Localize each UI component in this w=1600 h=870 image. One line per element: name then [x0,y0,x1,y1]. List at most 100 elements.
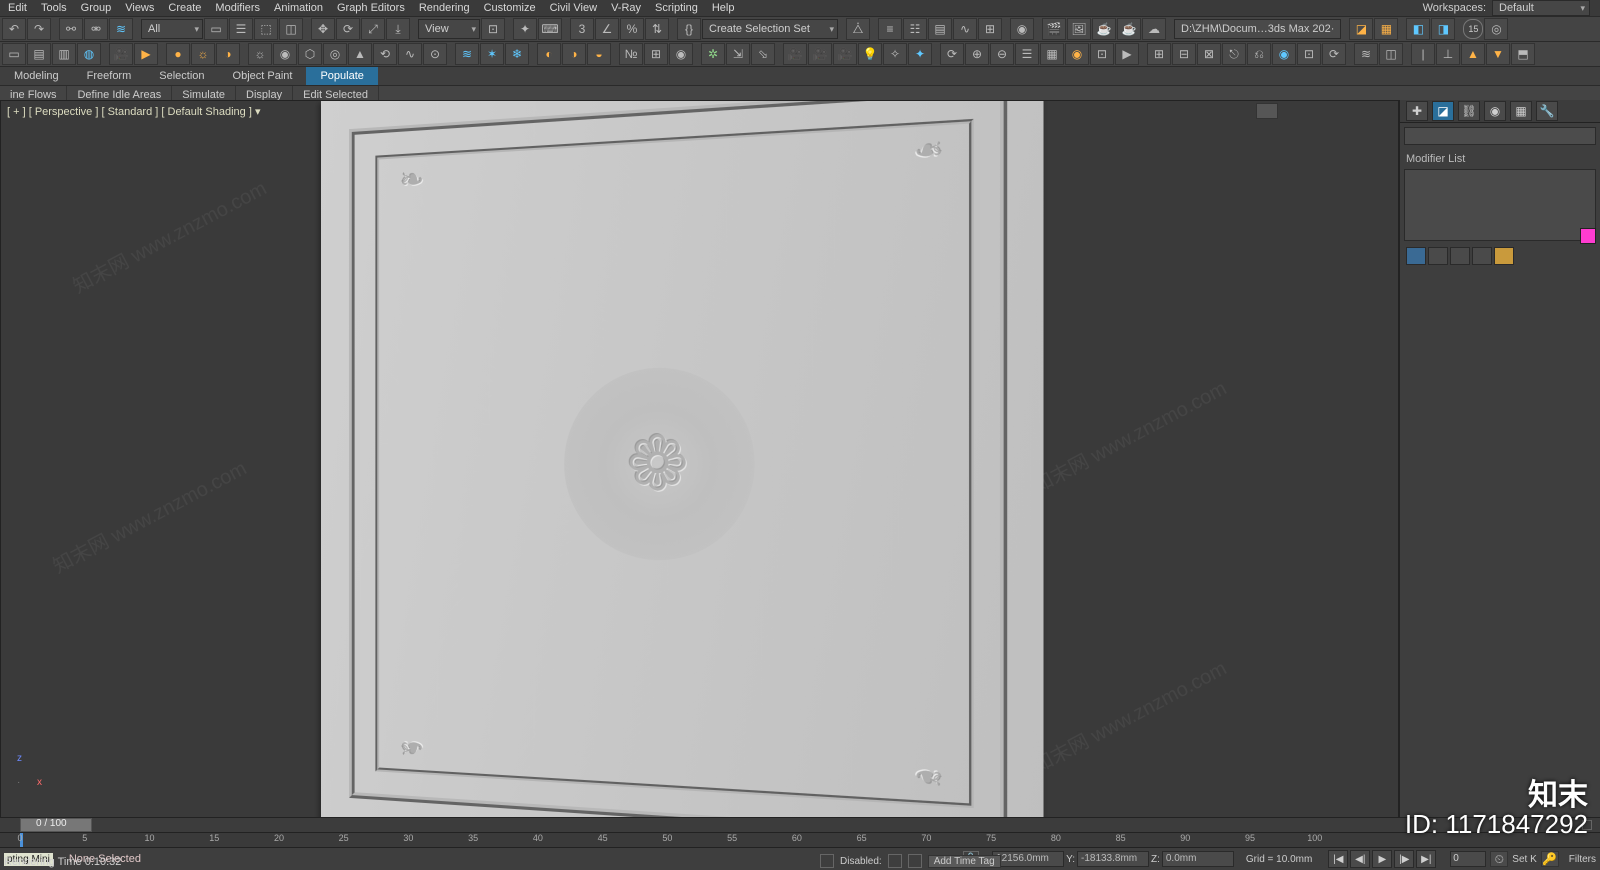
tb2-g01[interactable]: 🎥 [783,43,807,65]
tb2-g02[interactable]: 🎥 [808,43,832,65]
set-key-button[interactable]: Set K [1512,854,1536,865]
tb2-i03[interactable]: ⊖ [990,43,1014,65]
tb2-l05[interactable]: ⬒ [1511,43,1535,65]
tb2-l04[interactable]: ▼ [1486,43,1510,65]
ribbon-tab-object-paint[interactable]: Object Paint [219,67,307,85]
rendered-frame-button[interactable]: 🖼 [1067,18,1091,40]
tb2-k02[interactable]: ◫ [1379,43,1403,65]
render-setup-button[interactable]: 🎬 [1042,18,1066,40]
ribbon-tab-selection[interactable]: Selection [145,67,218,85]
menu-graph-editors[interactable]: Graph Editors [331,0,411,16]
tb2-b05[interactable]: ▲ [348,43,372,65]
menu-vray[interactable]: V-Ray [605,0,647,16]
tb2-a04[interactable]: ◍ [77,43,101,65]
tb2-f03[interactable]: ⬂ [751,43,775,65]
align-button[interactable]: ≡ [878,18,902,40]
make-unique-button[interactable] [1450,247,1470,265]
y-input[interactable]: -18133.8mm [1077,851,1149,867]
layer-explorer-button[interactable]: ☷ [903,18,927,40]
workspaces-dropdown[interactable]: Default [1492,0,1590,16]
tb2-j06[interactable]: ◉ [1272,43,1296,65]
menu-scripting[interactable]: Scripting [649,0,704,16]
goto-end-button[interactable]: ▶| [1416,850,1436,868]
schematic-view-button[interactable]: ⊞ [978,18,1002,40]
tb2-a06[interactable]: ▶ [134,43,158,65]
material-editor-button[interactable]: ◉ [1010,18,1034,40]
motion-tab[interactable]: ◉ [1484,101,1506,121]
object-color-swatch[interactable] [1580,228,1596,244]
link-button[interactable]: ⚯ [59,18,83,40]
tb2-a01[interactable]: ▭ [2,43,26,65]
tb2-i01[interactable]: ⟳ [940,43,964,65]
tb2-light-bulb-icon[interactable]: ● [166,43,190,65]
tb2-b02[interactable]: ◉ [273,43,297,65]
tb2-j05[interactable]: ⎌ [1247,43,1271,65]
keyboard-shortcut-toggle[interactable]: ⌨ [538,18,562,40]
next-frame-button[interactable]: |▶ [1394,850,1414,868]
autosave-indicator[interactable]: 15 [1463,19,1483,39]
tb2-d03[interactable]: ◒ [587,43,611,65]
edit-named-sel-button[interactable]: {} [677,18,701,40]
tb1-icon-c[interactable]: ◧ [1406,18,1430,40]
selection-lock-icon[interactable] [820,854,834,868]
menu-customize[interactable]: Customize [478,0,542,16]
tb2-j08[interactable]: ⟳ [1322,43,1346,65]
z-input[interactable]: 0.0mm [1162,851,1234,867]
tb2-j04[interactable]: ⎋ [1222,43,1246,65]
tb1-icon-d[interactable]: ◨ [1431,18,1455,40]
hierarchy-tab[interactable]: ⛓ [1458,101,1480,121]
tb2-g03[interactable]: 🎥 [833,43,857,65]
time-config-button[interactable]: ⏲ [1490,851,1508,867]
modifier-stack[interactable] [1404,169,1596,241]
pivot-center-button[interactable]: ⊡ [481,18,505,40]
tb2-b04[interactable]: ◎ [323,43,347,65]
reference-coord-dropdown[interactable]: View [418,19,480,39]
tb1-icon-a[interactable]: ◪ [1349,18,1373,40]
menu-views[interactable]: Views [119,0,160,16]
select-by-name-button[interactable]: ☰ [229,18,253,40]
render-cloud-button[interactable]: ☁ [1142,18,1166,40]
tb2-b07[interactable]: ∿ [398,43,422,65]
tb2-e03[interactable]: ◉ [669,43,693,65]
tb2-e01[interactable]: № [619,43,643,65]
snap-toggle-button[interactable]: 3 [570,18,594,40]
menu-civil-view[interactable]: Civil View [544,0,603,16]
tb2-h01[interactable]: ✧ [883,43,907,65]
play-button[interactable]: ▶ [1372,850,1392,868]
tb2-a03[interactable]: ▥ [52,43,76,65]
tb2-spotlight-icon[interactable]: ◑ [216,43,240,65]
configure-sets-button[interactable] [1494,247,1514,265]
modify-tab[interactable]: ◪ [1432,101,1454,121]
tb2-c01[interactable]: ≋ [455,43,479,65]
scene-path-display[interactable]: D:\ZHM\Docum…3ds Max 202· [1174,19,1341,39]
tb2-i05[interactable]: ▦ [1040,43,1064,65]
tb2-b08[interactable]: ⊙ [423,43,447,65]
tb2-i02[interactable]: ⊕ [965,43,989,65]
perspective-viewport[interactable]: [ + ] [ Perspective ] [ Standard ] [ Def… [0,100,1399,818]
menu-tools[interactable]: Tools [35,0,73,16]
tb2-b01[interactable]: ☼ [248,43,272,65]
create-tab[interactable]: ✚ [1406,101,1428,121]
camera-icon[interactable] [1256,103,1278,119]
tb2-l01[interactable]: | [1411,43,1435,65]
tb2-i07[interactable]: ⊡ [1090,43,1114,65]
tb1-icon-b[interactable]: ▦ [1374,18,1398,40]
tb2-a02[interactable]: ▤ [27,43,51,65]
undo-button[interactable]: ↶ [2,18,26,40]
tb2-l03[interactable]: ▲ [1461,43,1485,65]
ribbon-tab-modeling[interactable]: Modeling [0,67,73,85]
selection-bracket-icon[interactable] [908,854,922,868]
tb2-l02[interactable]: ⊥ [1436,43,1460,65]
tb2-i04[interactable]: ☰ [1015,43,1039,65]
render-iterate-button[interactable]: ☕ [1117,18,1141,40]
ribbon-tab-freeform[interactable]: Freeform [73,67,146,85]
menu-edit[interactable]: Edit [2,0,33,16]
remove-modifier-button[interactable] [1472,247,1492,265]
menu-help[interactable]: Help [706,0,741,16]
menu-modifiers[interactable]: Modifiers [209,0,266,16]
select-rotate-button[interactable]: ⟳ [336,18,360,40]
mirror-button[interactable]: ⧊ [846,18,870,40]
render-prod-button[interactable]: ☕ [1092,18,1116,40]
current-frame-input[interactable]: 0 [1450,851,1486,867]
tb2-j03[interactable]: ⊠ [1197,43,1221,65]
